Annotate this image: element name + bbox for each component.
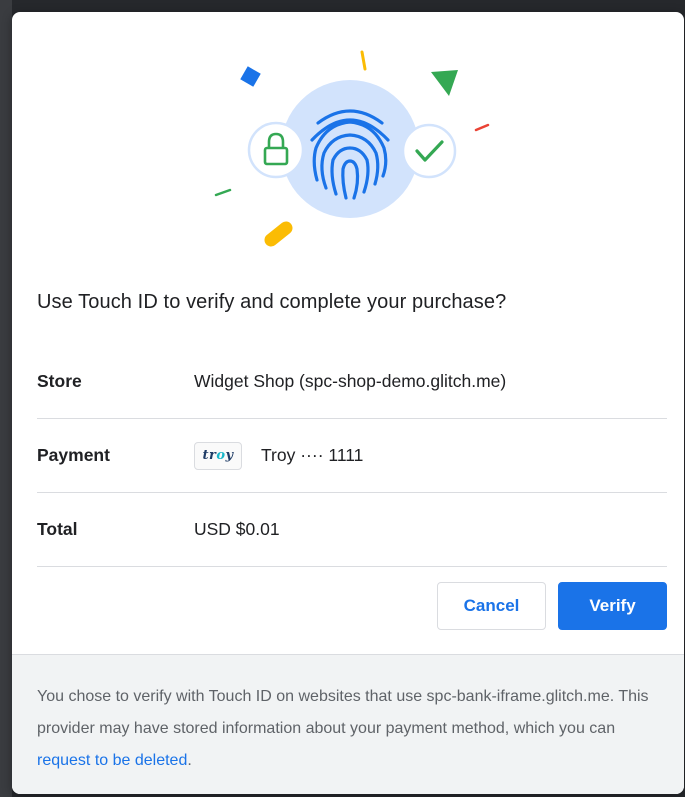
footer-text-end: . [187,752,192,769]
footer-text: You chose to verify with Touch ID on web… [37,681,657,777]
payment-verification-dialog: Use Touch ID to verify and complete your… [12,12,684,794]
store-value: Widget Shop (spc-shop-demo.glitch.me) [194,371,507,391]
payment-value: Troy ···· 1111 [261,445,364,465]
verification-prompt: Use Touch ID to verify and complete your… [37,291,507,313]
total-label: Total [37,519,78,539]
request-deletion-link[interactable]: request to be deleted [37,752,187,769]
payment-row: Payment troy Troy ···· 1111 [37,419,667,493]
troy-logo-wordmark: troy [202,448,234,463]
dialog-buttons: Cancel Verify [437,582,667,630]
checkmark-bubble [401,123,457,179]
payment-label: Payment [37,445,110,465]
touch-id-illustration [214,50,490,247]
cancel-button[interactable]: Cancel [437,582,546,630]
confetti-green-dash [214,188,232,197]
confetti-green-triangle [431,70,458,96]
confetti-yellow-pill [264,221,293,247]
background-window-edge [0,0,12,797]
lock-bubble [247,121,305,179]
confetti-yellow-dash [360,50,367,71]
provider-footer: You chose to verify with Touch ID on web… [12,654,684,794]
total-value: USD $0.01 [194,519,280,539]
store-row: Store Widget Shop (spc-shop-demo.glitch.… [37,345,667,419]
transaction-details: Store Widget Shop (spc-shop-demo.glitch.… [37,345,667,567]
troy-card-logo: troy [194,441,242,470]
footer-text-body: You chose to verify with Touch ID on web… [37,688,649,737]
verify-button[interactable]: Verify [558,582,667,630]
confetti-red-dash [474,123,490,132]
total-row: Total USD $0.01 [37,493,667,567]
payment-value-container: troy Troy ···· 1111 [194,441,364,470]
confetti-blue-square [240,66,261,87]
store-label: Store [37,371,82,391]
